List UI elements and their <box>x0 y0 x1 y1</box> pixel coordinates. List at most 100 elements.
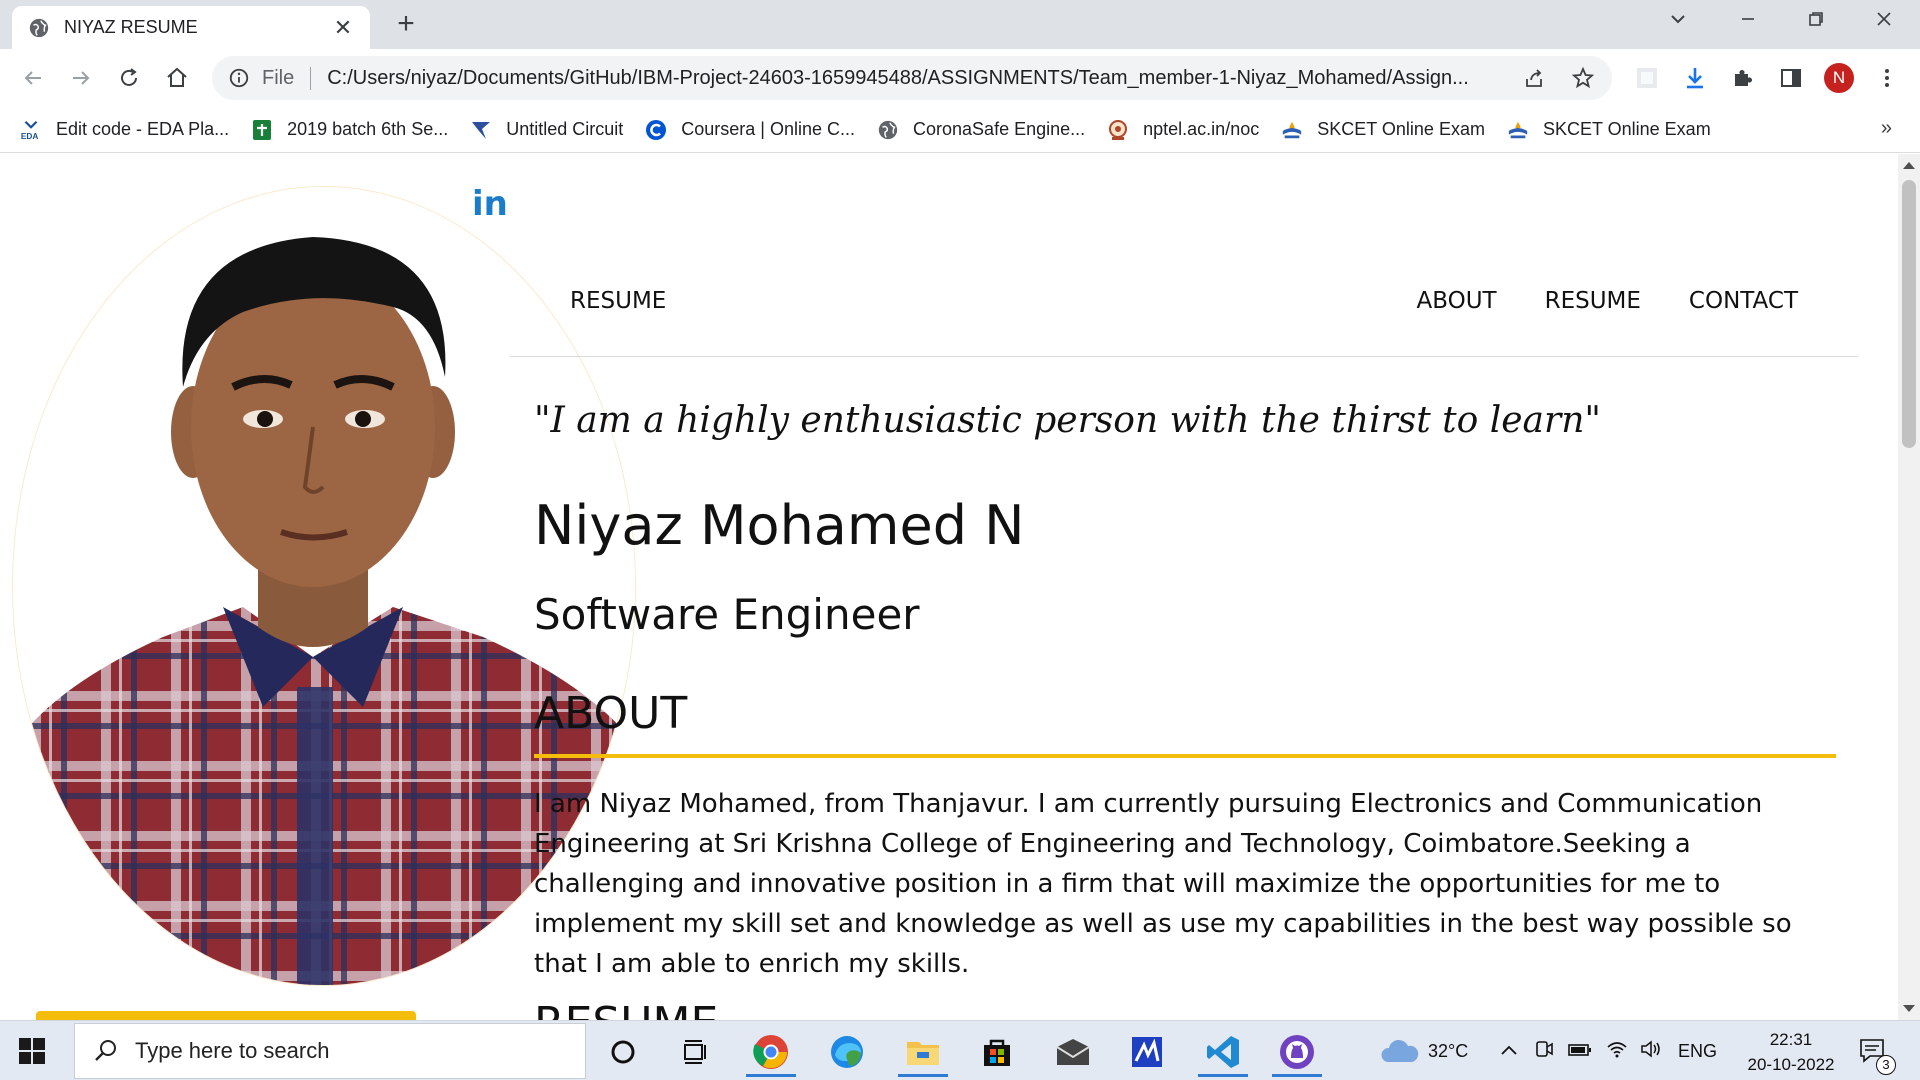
battery-icon[interactable] <box>1568 1041 1592 1062</box>
language-indicator[interactable]: ENG <box>1678 1041 1717 1062</box>
kebab-menu-icon[interactable] <box>1874 65 1900 91</box>
new-tab-button[interactable]: + <box>390 9 422 41</box>
globe-icon <box>29 18 49 37</box>
scroll-down-arrow-icon[interactable] <box>1903 1005 1915 1012</box>
chevron-double-right-icon[interactable]: » <box>1881 117 1892 140</box>
taskbar-clock[interactable]: 22:31 20-10-2022 <box>1736 1027 1846 1077</box>
github-desktop-icon[interactable] <box>1268 1027 1326 1077</box>
cloud-icon <box>1381 1039 1419 1062</box>
browser-tab-strip: NIYAZ RESUME ✕ + <box>0 0 1920 49</box>
home-icon <box>167 67 187 87</box>
site-brand[interactable]: RESUME <box>570 288 666 314</box>
coursera-icon <box>645 119 667 141</box>
close-tab-icon[interactable]: ✕ <box>332 15 354 41</box>
edge-icon[interactable] <box>818 1027 876 1077</box>
bookmarks-bar: EDA Edit code - EDA Pla... 2019 batch 6t… <box>0 107 1920 153</box>
skcet-icon <box>1507 119 1529 141</box>
nav-divider <box>510 356 1858 357</box>
bookmark-item[interactable]: CoronaSafe Engine... <box>877 119 1085 141</box>
page-scrollbar[interactable] <box>1898 154 1920 1020</box>
file-explorer-icon[interactable] <box>894 1027 952 1077</box>
browser-tab[interactable]: NIYAZ RESUME ✕ <box>12 6 370 49</box>
tab-title: NIYAZ RESUME <box>64 17 198 37</box>
resume-heading: RESUME <box>534 998 718 1020</box>
microsoft-store-icon[interactable] <box>968 1027 1026 1077</box>
windows-start-icon[interactable] <box>18 1037 46 1065</box>
address-bar[interactable]: File C:/Users/niyaz/Documents/GitHub/IBM… <box>212 56 1612 100</box>
back-arrow-icon <box>24 71 41 85</box>
linkedin-icon[interactable]: in <box>472 184 508 224</box>
search-placeholder: Type here to search <box>135 1038 330 1063</box>
cortana-icon[interactable] <box>594 1027 652 1077</box>
reload-icon <box>121 68 137 86</box>
matlab-icon[interactable] <box>1118 1027 1176 1077</box>
eda-icon: EDA <box>20 119 42 141</box>
bookmark-item[interactable]: 2019 batch 6th Se... <box>251 119 448 141</box>
notification-center[interactable]: 3 <box>1858 1021 1896 1080</box>
minimize-button[interactable] <box>1726 6 1770 38</box>
vscode-icon[interactable] <box>1194 1027 1252 1077</box>
wifi-icon[interactable] <box>1606 1039 1628 1064</box>
job-title: Software Engineer <box>534 590 920 639</box>
nav-contact[interactable]: CONTACT <box>1689 288 1798 314</box>
scheme-label: File <box>262 66 312 90</box>
windows-taskbar: Type here to search 32°C ENG 22:31 20-10… <box>0 1020 1920 1080</box>
extension-icon[interactable] <box>1634 65 1660 91</box>
download-icon[interactable] <box>1682 65 1708 91</box>
restore-button[interactable] <box>1794 6 1838 38</box>
person-name: Niyaz Mohamed N <box>534 494 1025 557</box>
search-icon <box>95 1040 116 1061</box>
about-underline <box>534 754 1836 758</box>
star-icon[interactable] <box>1570 65 1596 91</box>
url-text[interactable]: C:/Users/niyaz/Documents/GitHub/IBM-Proj… <box>327 67 1500 90</box>
bookmark-item[interactable]: SKCET Online Exam <box>1281 119 1485 141</box>
volume-icon[interactable] <box>1640 1039 1662 1064</box>
nav-about[interactable]: ABOUT <box>1416 288 1496 314</box>
scrollbar-thumb[interactable] <box>1902 180 1916 448</box>
page-viewport: in RESUME ABOUT RESUME CONTACT "I am a h… <box>0 154 1898 1020</box>
close-window-button[interactable] <box>1862 6 1906 38</box>
bookmark-item[interactable]: EDA Edit code - EDA Pla... <box>20 119 229 141</box>
puzzle-icon[interactable] <box>1730 65 1756 91</box>
forward-button[interactable] <box>64 61 98 95</box>
tab-search-chevron-icon[interactable] <box>1656 6 1700 38</box>
weather-temp: 32°C <box>1428 1040 1469 1061</box>
mail-icon[interactable] <box>1044 1027 1102 1077</box>
chevron-up-icon[interactable] <box>1500 1041 1518 1062</box>
bookmark-item[interactable]: Untitled Circuit <box>470 119 623 141</box>
nptel-icon <box>1107 119 1129 141</box>
clock-time: 22:31 <box>1769 1030 1813 1049</box>
clock-date: 20-10-2022 <box>1747 1055 1835 1074</box>
weather-widget[interactable]: 32°C <box>1380 1021 1468 1080</box>
back-button[interactable] <box>16 61 50 95</box>
globe-icon <box>877 119 899 141</box>
tray-icons: ENG <box>1500 1021 1717 1080</box>
reload-button[interactable] <box>112 61 146 95</box>
sheets-icon <box>251 119 273 141</box>
svg-text:EDA: EDA <box>21 132 38 141</box>
side-panel-icon[interactable] <box>1778 65 1804 91</box>
info-icon[interactable] <box>228 67 250 89</box>
task-view-icon[interactable] <box>666 1027 724 1077</box>
share-icon[interactable] <box>1522 65 1548 91</box>
forward-arrow-icon <box>73 71 90 85</box>
browser-toolbar: File C:/Users/niyaz/Documents/GitHub/IBM… <box>0 49 1920 107</box>
about-heading: ABOUT <box>534 688 688 739</box>
meet-now-icon[interactable] <box>1534 1039 1554 1064</box>
bookmark-item[interactable]: SKCET Online Exam <box>1507 119 1711 141</box>
tagline-quote: "I am a highly enthusiastic person with … <box>534 400 1601 441</box>
bookmark-item[interactable]: nptel.ac.in/noc <box>1107 119 1259 141</box>
chrome-icon[interactable] <box>742 1027 800 1077</box>
circuit-icon <box>470 119 492 141</box>
skcet-icon <box>1281 119 1303 141</box>
profile-avatar[interactable]: N <box>1824 63 1854 93</box>
yellow-accent-bar <box>36 1011 416 1020</box>
bookmark-item[interactable]: Coursera | Online C... <box>645 119 855 141</box>
taskbar-search[interactable]: Type here to search <box>74 1023 586 1079</box>
scroll-up-arrow-icon[interactable] <box>1903 162 1915 169</box>
nav-resume[interactable]: RESUME <box>1545 288 1641 314</box>
about-text: I am Niyaz Mohamed, from Thanjavur. I am… <box>534 789 1792 979</box>
notification-badge: 3 <box>1876 1055 1896 1075</box>
main-nav: ABOUT RESUME CONTACT <box>1416 288 1798 314</box>
home-button[interactable] <box>160 61 194 95</box>
